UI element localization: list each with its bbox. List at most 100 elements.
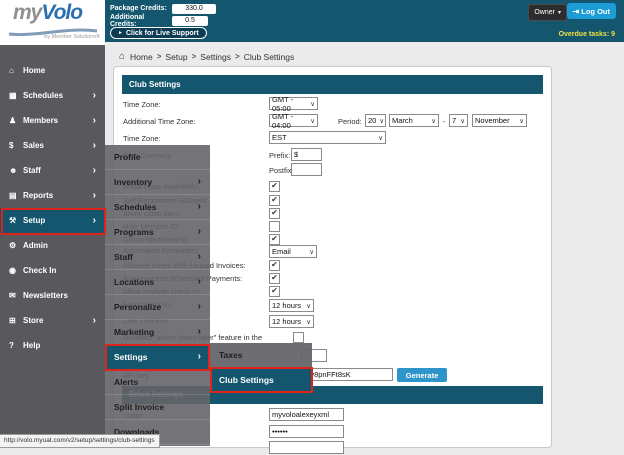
time-zone-name-value: EST (272, 133, 287, 142)
breadcrumb-item-setup[interactable]: Setup (165, 52, 187, 62)
breadcrumb-separator: > (192, 52, 197, 61)
submenu-item-settings[interactable]: Settings (105, 345, 210, 370)
breadcrumb-item-settings[interactable]: Settings (200, 52, 231, 62)
sidebar-item-home[interactable]: ⌂Home (0, 58, 105, 83)
app-logo[interactable]: myVolo by Member Solutions® (0, 0, 105, 45)
sidebar-item-label: Members (23, 116, 58, 125)
auto-process-payments-checkbox[interactable]: ✔ (269, 273, 280, 284)
sidebar-item-check-in[interactable]: ◉Check In (0, 258, 105, 283)
chart-icon: ▤ (9, 191, 23, 200)
sidebar-item-store[interactable]: ⊞Store (0, 308, 105, 333)
period-from-month-select[interactable]: March (389, 114, 439, 127)
calendar-icon: ▦ (9, 91, 23, 100)
submenu-item-label: Split Invoice (114, 402, 164, 412)
breadcrumb: ⌂ Home > Setup > Settings > Club Setting… (119, 51, 294, 62)
person-icon: ♟ (9, 116, 23, 125)
sidebar-nav: ⌂Home ▦Schedules ♟Members $Sales ☻Staff … (0, 45, 105, 446)
period-dash: - (443, 117, 446, 126)
self-registration-checkbox[interactable]: ✔ (269, 195, 280, 206)
breadcrumb-item-home[interactable]: Home (130, 52, 153, 62)
live-support-button[interactable]: ► Click for Live Support (110, 27, 207, 39)
unpaid-invoices-checkbox[interactable]: ✔ (269, 260, 280, 271)
sidebar-item-help[interactable]: ?Help (0, 333, 105, 358)
extra-input[interactable] (269, 441, 344, 454)
automated-reminders-value: Email (272, 247, 291, 256)
submenu-item-staff[interactable]: Staff (105, 245, 210, 270)
postfix-input[interactable] (291, 163, 322, 176)
early-check-in-select[interactable]: 12 hours (269, 299, 314, 312)
logout-icon: ⇥ (573, 7, 580, 16)
additional-time-zone-select[interactable]: GMT - 04:00 (269, 114, 318, 127)
sidebar-item-staff[interactable]: ☻Staff (0, 158, 105, 183)
generate-button[interactable]: Generate (397, 368, 447, 382)
submenu-item-programs[interactable]: Programs (105, 220, 210, 245)
period-from-month-value: March (392, 116, 413, 125)
breadcrumb-separator: > (235, 52, 240, 61)
sidebar-item-reports[interactable]: ▤Reports (0, 183, 105, 208)
class-availability-checkbox[interactable]: ✔ (269, 181, 280, 192)
period-to-month-select[interactable]: November (472, 114, 527, 127)
sidebar-item-admin[interactable]: ⚙Admin (0, 233, 105, 258)
dollar-icon: $ (9, 141, 23, 150)
overdue-tasks-badge[interactable]: Overdue tasks: 9 (559, 31, 615, 38)
flyout-item-label: Club Settings (219, 375, 274, 385)
hide-member-id-checkbox[interactable] (269, 221, 280, 232)
prefix-input[interactable]: $ (291, 148, 322, 161)
login-input[interactable]: myvoloalexeyxml (269, 408, 344, 421)
sidebar-item-members[interactable]: ♟Members (0, 108, 105, 133)
envelope-icon: ✉ (9, 291, 23, 300)
owner-menu-button[interactable]: Owner ▾ (528, 4, 567, 21)
additional-credits-field[interactable]: 0.5 (172, 16, 208, 26)
sidebar-item-newsletters[interactable]: ✉Newsletters (0, 283, 105, 308)
setup-submenu: Profile Inventory Schedules Programs Sta… (105, 145, 210, 446)
submenu-item-label: Settings (114, 352, 148, 362)
period-from-day-select[interactable]: 20 (365, 114, 386, 127)
sidebar-item-sales[interactable]: $Sales (0, 133, 105, 158)
submenu-item-personalize[interactable]: Personalize (105, 295, 210, 320)
flyout-item-taxes[interactable]: Taxes (210, 343, 312, 368)
submenu-item-schedules[interactable]: Schedules (105, 195, 210, 220)
close-days-checkbox[interactable]: ✔ (269, 208, 280, 219)
sidebar-item-schedules[interactable]: ▦Schedules (0, 83, 105, 108)
cart-icon: ⊞ (9, 316, 23, 325)
submenu-item-label: Inventory (114, 177, 152, 187)
check-in-icon: ◉ (9, 266, 23, 275)
submenu-item-locations[interactable]: Locations (105, 270, 210, 295)
additional-time-zone-label: Additional Time Zone: (123, 117, 196, 126)
breadcrumb-separator: > (157, 52, 162, 61)
early-check-in-value: 12 hours (272, 301, 301, 310)
section-header-club-settings: Club Settings (122, 75, 543, 94)
submenu-item-profile[interactable]: Profile (105, 145, 210, 170)
submenu-item-inventory[interactable]: Inventory (105, 170, 210, 195)
submenu-item-marketing[interactable]: Marketing (105, 320, 210, 345)
late-check-in-value: 12 hours (272, 317, 301, 326)
select-dates-feature-checkbox[interactable] (293, 332, 304, 343)
breadcrumb-item-club-settings[interactable]: Club Settings (244, 52, 295, 62)
time-zone-name-row: Time Zone: EST (114, 131, 551, 145)
package-credits-field[interactable]: 330.0 (172, 4, 216, 14)
automated-reminders-select[interactable]: Email (269, 245, 317, 258)
time-zone-name-select[interactable]: EST (269, 131, 386, 144)
submenu-item-label: Alerts (114, 377, 138, 387)
time-zone-select[interactable]: GMT - 05:00 (269, 97, 318, 110)
submenu-item-alerts[interactable]: Alerts (105, 370, 210, 395)
top-header-bar: Package Credits: 330.0 Additional Credit… (105, 0, 624, 42)
password-input[interactable]: •••••• (269, 425, 344, 438)
flyout-item-club-settings[interactable]: Club Settings (210, 368, 312, 393)
logout-label: Log Out (581, 7, 610, 16)
sidebar-item-setup[interactable]: ⚒Setup (0, 208, 105, 233)
package-credits-label: Package Credits: (110, 5, 172, 12)
flyout-item-label: Taxes (219, 350, 242, 360)
multiple-check-in-checkbox[interactable]: ✔ (269, 286, 280, 297)
wrench-icon: ⚒ (9, 216, 23, 225)
late-check-in-select[interactable]: 12 hours (269, 315, 314, 328)
period-to-month-value: November (475, 116, 510, 125)
owner-caret-icon: ▾ (558, 9, 561, 16)
period-to-day-select[interactable]: 7 (449, 114, 468, 127)
live-support-label: Click for Live Support (126, 30, 199, 37)
submenu-item-split-invoice[interactable]: Split Invoice (105, 395, 210, 420)
logout-button[interactable]: ⇥ Log Out (567, 3, 616, 19)
period-from-day-value: 20 (368, 116, 376, 125)
package-credits-row: Package Credits: 330.0 (110, 3, 216, 14)
breadcrumb-home-icon: ⌂ (119, 51, 125, 62)
